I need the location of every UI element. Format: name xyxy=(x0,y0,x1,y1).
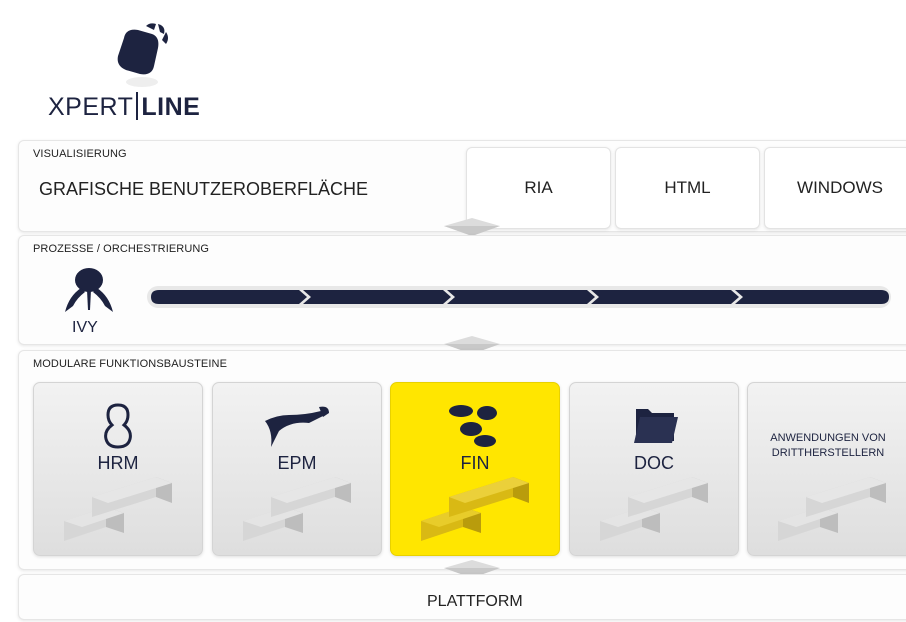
brick-icon xyxy=(600,477,708,541)
process-chain xyxy=(147,286,891,308)
processes-section-label: PROZESSE / ORCHESTRIERUNG xyxy=(33,243,210,255)
module-fin: FIN xyxy=(390,382,560,556)
option-windows: WINDOWS xyxy=(764,147,906,229)
module-label: DOC xyxy=(634,453,674,473)
brand-name-right: LINE xyxy=(141,93,201,121)
xpertline-logo-icon xyxy=(117,23,168,87)
processes-panel: PROZESSE / ORCHESTRIERUNG IVY xyxy=(18,235,906,345)
brick-icon xyxy=(778,477,886,541)
ivy-label: IVY xyxy=(72,319,98,336)
module-doc: DOC xyxy=(569,382,739,556)
module-third-party: ANWENDUNGEN VON DRITTHERSTELLERN xyxy=(747,382,906,556)
folder-icon xyxy=(634,409,678,443)
seagull-icon xyxy=(265,406,329,447)
brick-icon xyxy=(421,477,529,541)
coins-icon xyxy=(449,405,497,447)
module-label: ANWENDUNGEN VON DRITTHERSTELLERN xyxy=(770,432,886,459)
platform-panel: PLATTFORM xyxy=(18,574,906,620)
module-hrm: HRM xyxy=(33,382,203,556)
brand-divider xyxy=(136,92,139,120)
logo: XPERT LINE xyxy=(48,20,228,130)
module-label: HRM xyxy=(97,453,139,473)
pear-shape-icon xyxy=(104,403,132,449)
option-html: HTML xyxy=(615,147,760,229)
visualization-title: GRAFISCHE BENUTZEROBERFLÄCHE xyxy=(39,179,369,199)
module-label: FIN xyxy=(460,453,490,473)
option-ria: RIA xyxy=(466,147,611,229)
module-label: EPM xyxy=(277,453,317,473)
brick-icon xyxy=(243,477,351,541)
modules-section-label: MODULARE FUNKTIONSBAUSTEINE xyxy=(33,358,228,370)
brick-icon xyxy=(64,477,172,541)
ivy-engine-icon xyxy=(65,268,113,312)
platform-label: PLATTFORM xyxy=(427,593,523,610)
brand-name-left: XPERT xyxy=(48,93,134,121)
visualization-section-label: VISUALISIERUNG xyxy=(33,148,127,160)
module-epm: EPM xyxy=(212,382,382,556)
